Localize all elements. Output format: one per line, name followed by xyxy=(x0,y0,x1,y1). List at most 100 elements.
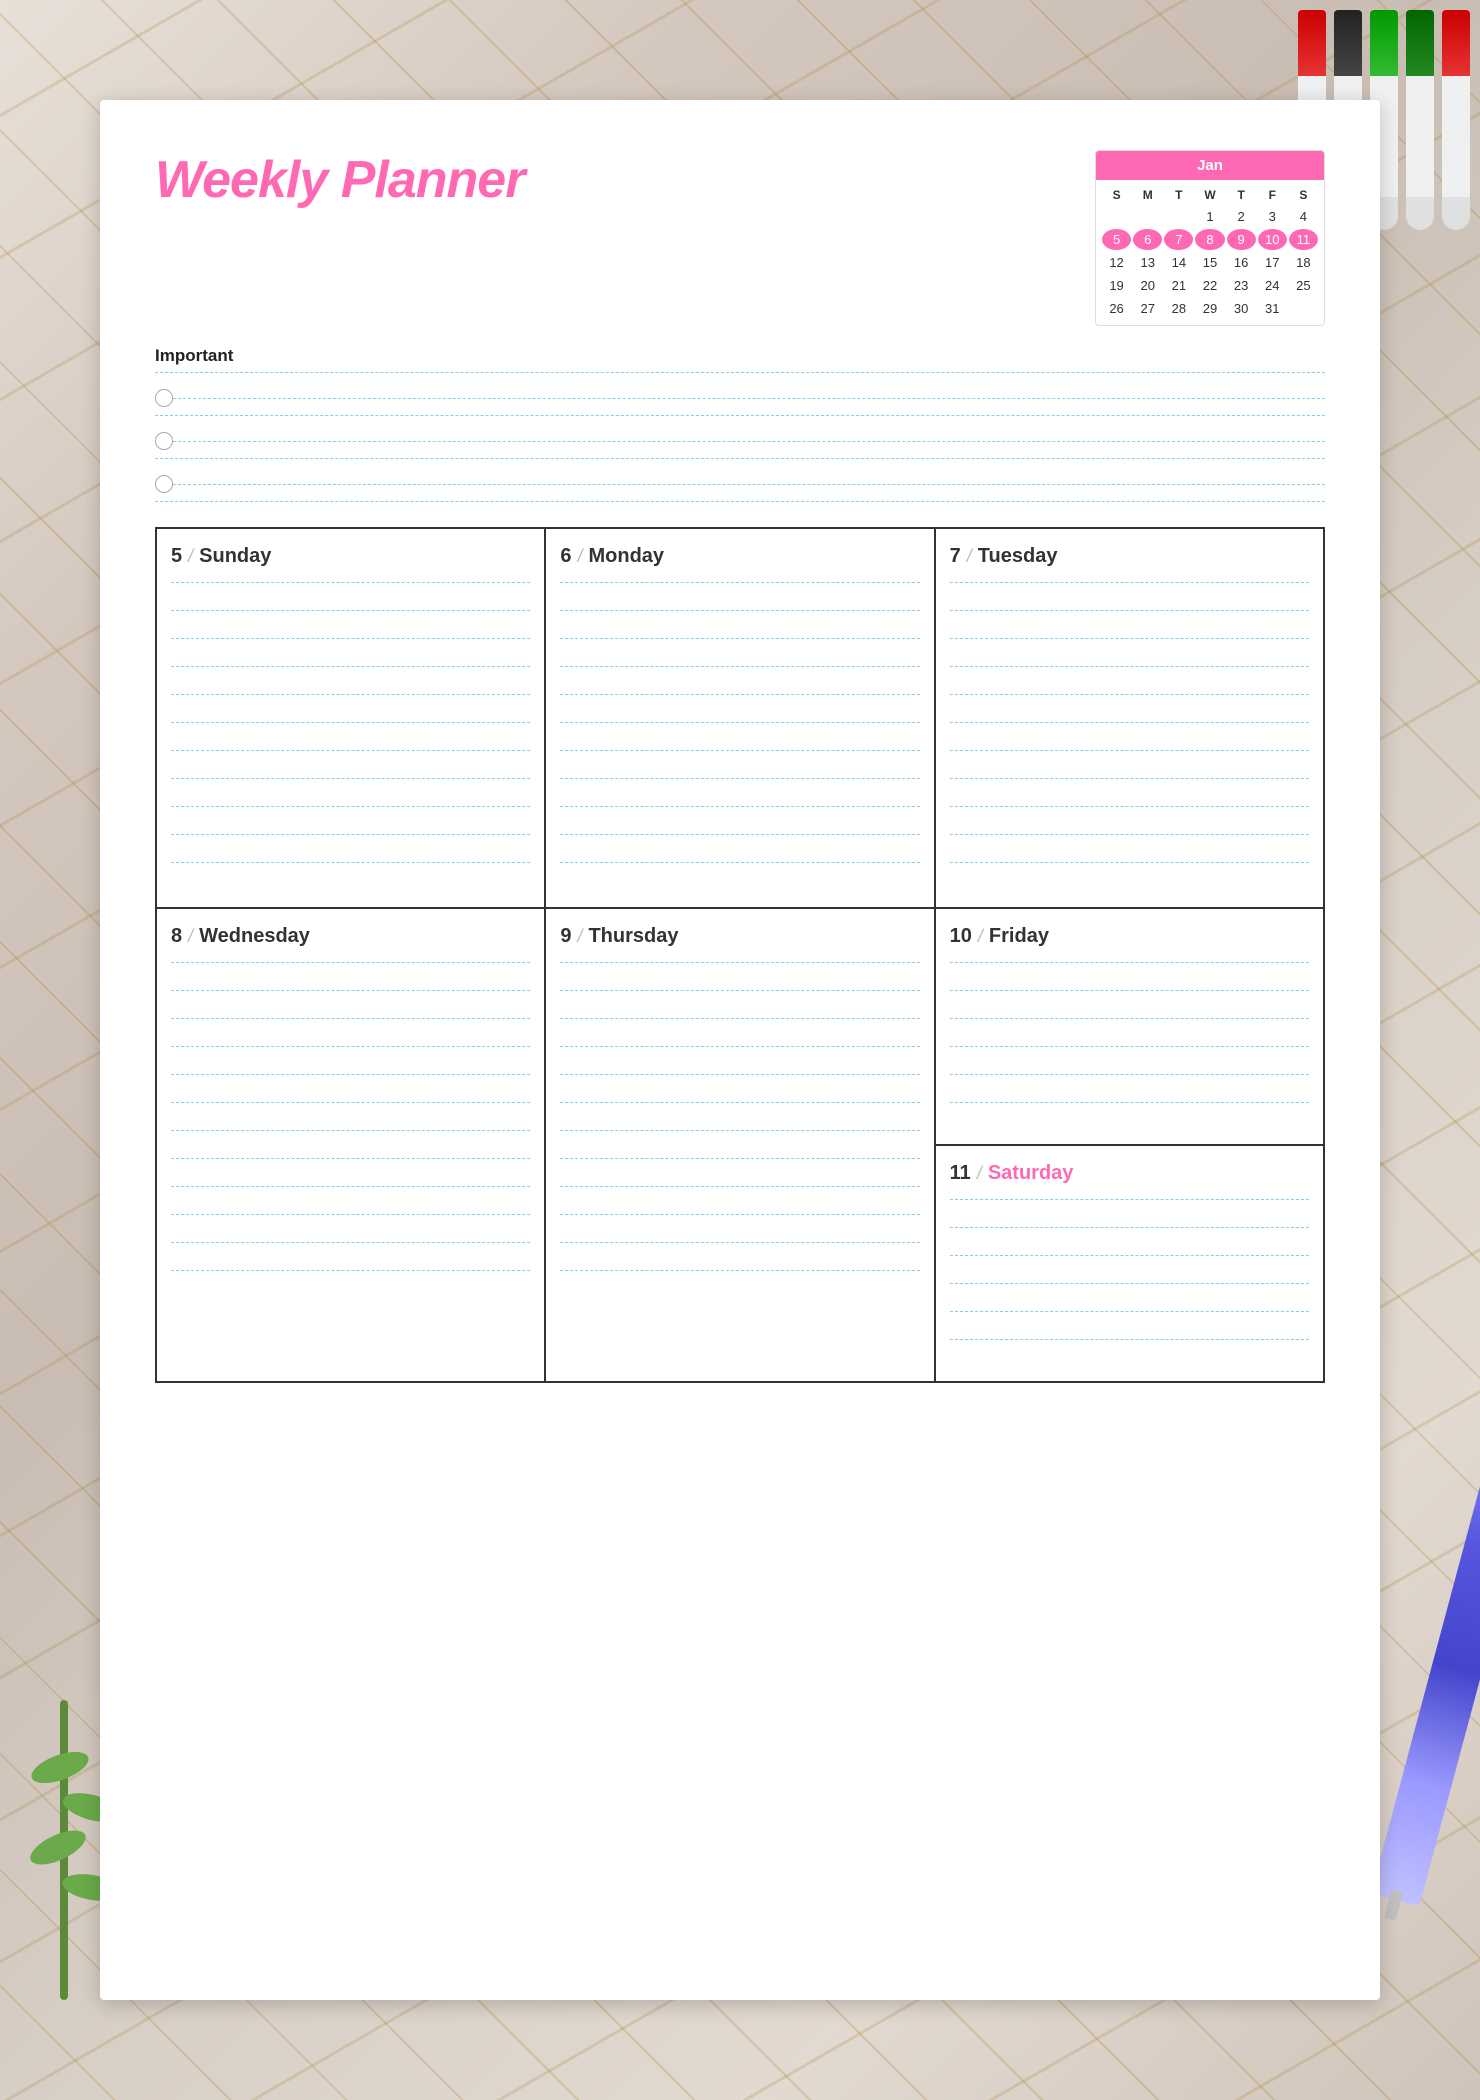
cal-day-6[interactable]: 6 xyxy=(1133,229,1162,250)
calendar-header: Jan xyxy=(1096,151,1324,180)
day-num-saturday: 11 xyxy=(950,1162,971,1185)
planner-title: Weekly Planner xyxy=(155,150,524,210)
cal-day-27[interactable]: 27 xyxy=(1133,298,1162,319)
cal-day-9[interactable]: 9 xyxy=(1227,229,1256,250)
cal-day-15[interactable]: 15 xyxy=(1195,252,1224,273)
dow-tue: T xyxy=(1164,186,1193,204)
planner-header: Weekly Planner Jan S M T W T F S 1 2 3 4 xyxy=(155,150,1325,326)
planner-card: Weekly Planner Jan S M T W T F S 1 2 3 4 xyxy=(100,100,1380,2000)
day-lines-monday xyxy=(560,582,919,890)
day-slash-thursday: / xyxy=(577,926,582,947)
cal-day-7[interactable]: 7 xyxy=(1164,229,1193,250)
cal-day-12[interactable]: 12 xyxy=(1102,252,1131,273)
cal-day-8[interactable]: 8 xyxy=(1195,229,1224,250)
day-header-thursday: 9 / Thursday xyxy=(560,925,919,948)
cal-day-18[interactable]: 18 xyxy=(1289,252,1318,273)
day-slash-wednesday: / xyxy=(188,926,193,947)
day-cell-monday: 6 / Monday xyxy=(546,529,935,909)
important-item-1 xyxy=(155,389,1325,407)
cal-day-20[interactable]: 20 xyxy=(1133,275,1162,296)
important-checkbox-1[interactable] xyxy=(155,389,173,407)
day-num-thursday: 9 xyxy=(560,925,571,948)
day-cell-fri-sat: 10 / Friday 11 xyxy=(936,909,1325,1383)
cal-day-2[interactable]: 2 xyxy=(1227,206,1256,227)
dow-sat: S xyxy=(1289,186,1318,204)
day-num-sunday: 5 xyxy=(171,545,182,568)
day-cell-sunday: 5 / Sunday xyxy=(157,529,546,909)
cal-day-empty[interactable] xyxy=(1133,206,1162,227)
day-num-wednesday: 8 xyxy=(171,925,182,948)
important-section: Important xyxy=(155,346,1325,502)
day-section-saturday: 11 / Saturday xyxy=(936,1146,1323,1381)
cal-day-5[interactable]: 5 xyxy=(1102,229,1131,250)
cal-day-19[interactable]: 19 xyxy=(1102,275,1131,296)
day-header-monday: 6 / Monday xyxy=(560,545,919,568)
calendar-grid: S M T W T F S 1 2 3 4 5 6 7 8 9 xyxy=(1096,180,1324,325)
important-item-3 xyxy=(155,475,1325,493)
important-line-3 xyxy=(173,484,1325,485)
cal-day-29[interactable]: 29 xyxy=(1195,298,1224,319)
day-slash-monday: / xyxy=(577,546,582,567)
dow-sun: S xyxy=(1102,186,1131,204)
day-header-friday: 10 / Friday xyxy=(950,925,1309,948)
cal-day-14[interactable]: 14 xyxy=(1164,252,1193,273)
day-lines-wednesday xyxy=(171,962,530,1298)
day-lines-thursday xyxy=(560,962,919,1298)
cal-day-4[interactable]: 4 xyxy=(1289,206,1318,227)
cal-day-25[interactable]: 25 xyxy=(1289,275,1318,296)
marker-red2 xyxy=(1442,10,1470,230)
important-divider-3 xyxy=(155,458,1325,459)
marker-darkgreen xyxy=(1406,10,1434,230)
important-divider-2 xyxy=(155,415,1325,416)
cal-day-3[interactable]: 3 xyxy=(1258,206,1287,227)
top-row: 5 / Sunday xyxy=(157,529,1325,909)
important-line-2 xyxy=(173,441,1325,442)
cal-day-empty[interactable] xyxy=(1164,206,1193,227)
cal-day-24[interactable]: 24 xyxy=(1258,275,1287,296)
day-name-friday: Friday xyxy=(989,925,1049,948)
plant-leaf-3 xyxy=(26,1823,91,1871)
cal-day-31[interactable]: 31 xyxy=(1258,298,1287,319)
bottom-row: 8 / Wednesday xyxy=(157,909,1325,1383)
day-num-tuesday: 7 xyxy=(950,545,961,568)
cal-day-22[interactable]: 22 xyxy=(1195,275,1224,296)
important-divider xyxy=(155,372,1325,373)
cal-day-23[interactable]: 23 xyxy=(1227,275,1256,296)
day-lines-friday xyxy=(950,962,1309,1130)
cal-day-30[interactable]: 30 xyxy=(1227,298,1256,319)
dow-wed: W xyxy=(1195,186,1224,204)
day-cell-tuesday: 7 / Tuesday xyxy=(936,529,1325,909)
cal-day-21[interactable]: 21 xyxy=(1164,275,1193,296)
cal-day-17[interactable]: 17 xyxy=(1258,252,1287,273)
cal-day-11[interactable]: 11 xyxy=(1289,229,1318,250)
day-header-wednesday: 8 / Wednesday xyxy=(171,925,530,948)
day-name-monday: Monday xyxy=(588,545,664,568)
important-divider-4 xyxy=(155,501,1325,502)
important-label: Important xyxy=(155,346,1325,366)
day-lines-sunday xyxy=(171,582,530,890)
cal-day-1[interactable]: 1 xyxy=(1195,206,1224,227)
day-lines-tuesday xyxy=(950,582,1309,890)
cal-day-empty[interactable] xyxy=(1102,206,1131,227)
day-num-monday: 6 xyxy=(560,545,571,568)
cal-day-empty xyxy=(1289,298,1318,319)
cal-day-13[interactable]: 13 xyxy=(1133,252,1162,273)
day-section-friday: 10 / Friday xyxy=(936,909,1323,1146)
cal-day-26[interactable]: 26 xyxy=(1102,298,1131,319)
important-checkbox-3[interactable] xyxy=(155,475,173,493)
day-name-wednesday: Wednesday xyxy=(199,925,310,948)
day-lines-saturday xyxy=(950,1199,1309,1367)
cal-day-16[interactable]: 16 xyxy=(1227,252,1256,273)
day-cell-thursday: 9 / Thursday xyxy=(546,909,935,1383)
day-slash-saturday: / xyxy=(977,1163,982,1184)
cal-day-28[interactable]: 28 xyxy=(1164,298,1193,319)
important-checkbox-2[interactable] xyxy=(155,432,173,450)
mini-calendar: Jan S M T W T F S 1 2 3 4 5 6 xyxy=(1095,150,1325,326)
day-slash-sunday: / xyxy=(188,546,193,567)
day-header-tuesday: 7 / Tuesday xyxy=(950,545,1309,568)
day-slash-tuesday: / xyxy=(967,546,972,567)
schedule-area: 5 / Sunday xyxy=(155,527,1325,1383)
day-header-sunday: 5 / Sunday xyxy=(171,545,530,568)
cal-day-10[interactable]: 10 xyxy=(1258,229,1287,250)
day-cell-wednesday: 8 / Wednesday xyxy=(157,909,546,1383)
